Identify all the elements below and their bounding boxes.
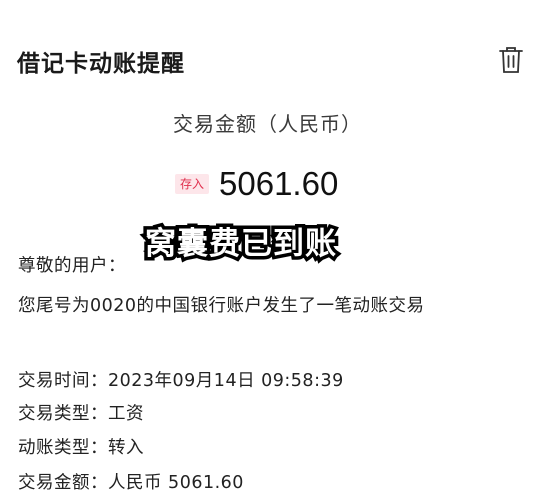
amount-label: 交易金额（人民币） <box>173 112 362 136</box>
transaction-time: 交易时间：2023年09月14日 09:58:39 <box>18 371 344 391</box>
amount-row: 存入 5061.60 <box>175 162 338 206</box>
greeting-text: 尊敬的用户： <box>18 256 126 276</box>
message-body: 您尾号为0020的中国银行账户发生了一笔动账交易 <box>18 296 425 316</box>
account-change-type: 动账类型：转入 <box>18 438 144 458</box>
transaction-type: 交易类型：工资 <box>18 404 144 424</box>
transaction-amount: 5061.60 <box>219 165 339 202</box>
transaction-amount-line: 交易金额：人民币 5061.60 <box>18 473 244 493</box>
page-title: 借记卡动账提醒 <box>17 51 185 77</box>
deposit-badge: 存入 <box>175 174 210 194</box>
trash-icon[interactable] <box>497 45 525 75</box>
